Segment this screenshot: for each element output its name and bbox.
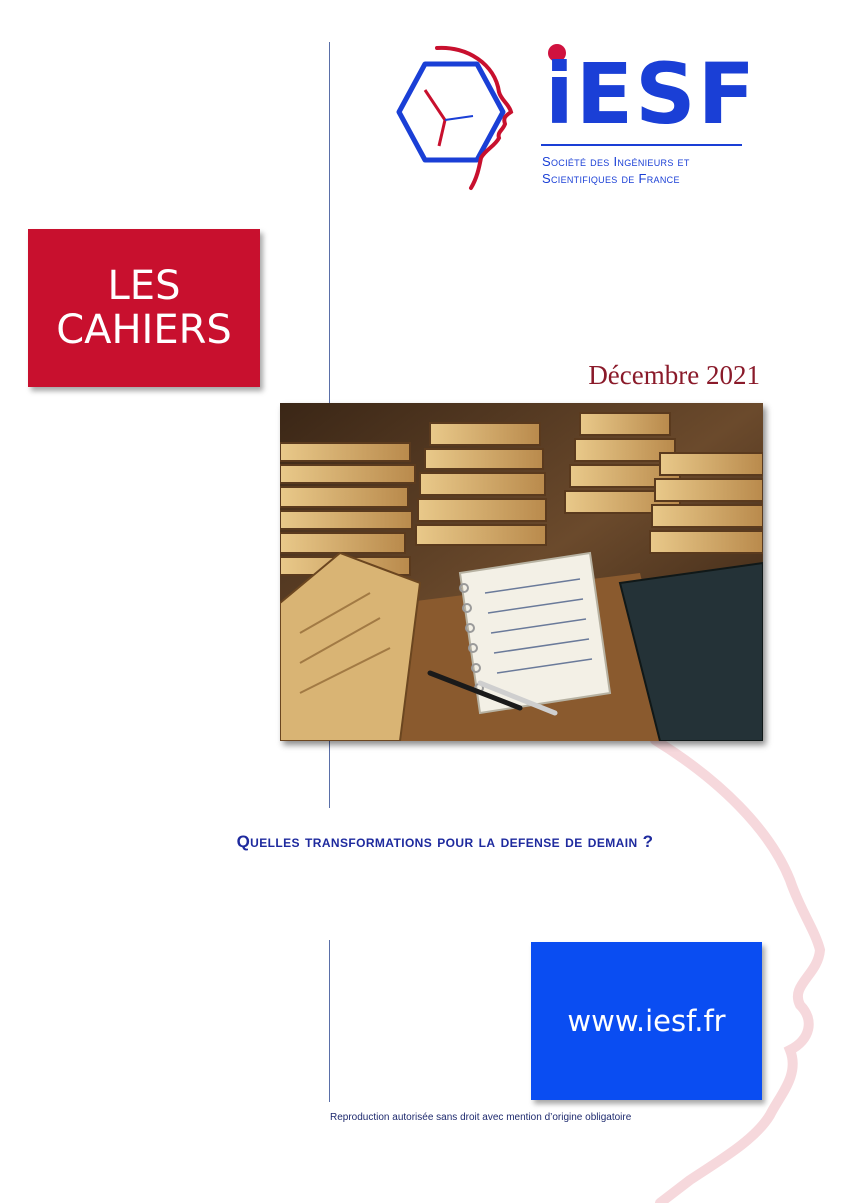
logo-subtitle: Société des Ingénieurs et Scientifiques …	[542, 153, 690, 187]
logo-divider	[541, 144, 742, 146]
vertical-rule-bottom	[329, 940, 330, 1102]
iesf-logo-icon	[396, 45, 514, 190]
logo-wordmark: iESF	[545, 45, 758, 143]
cover-page: iESF Société des Ingénieurs et Scientifi…	[0, 0, 850, 1203]
books-notebook-photo-icon	[280, 403, 763, 741]
website-link[interactable]: www.iesf.fr	[531, 942, 762, 1100]
books-photo	[280, 403, 763, 741]
logo-subtitle-line1: Société des Ingénieurs et	[542, 154, 690, 169]
reproduction-notice: Reproduction autorisée sans droit avec m…	[330, 1112, 632, 1123]
document-title-text: Quelles transformations pour la defense …	[236, 832, 654, 851]
les-cahiers-banner: LES CAHIERS	[28, 229, 260, 387]
banner-line2: CAHIERS	[56, 307, 232, 353]
publication-date: Décembre 2021	[588, 360, 760, 390]
logo-subtitle-line2: Scientifiques de France	[542, 171, 680, 186]
banner-line1: LES	[107, 263, 181, 309]
document-title: Quelles transformations pour la defense …	[0, 832, 850, 852]
